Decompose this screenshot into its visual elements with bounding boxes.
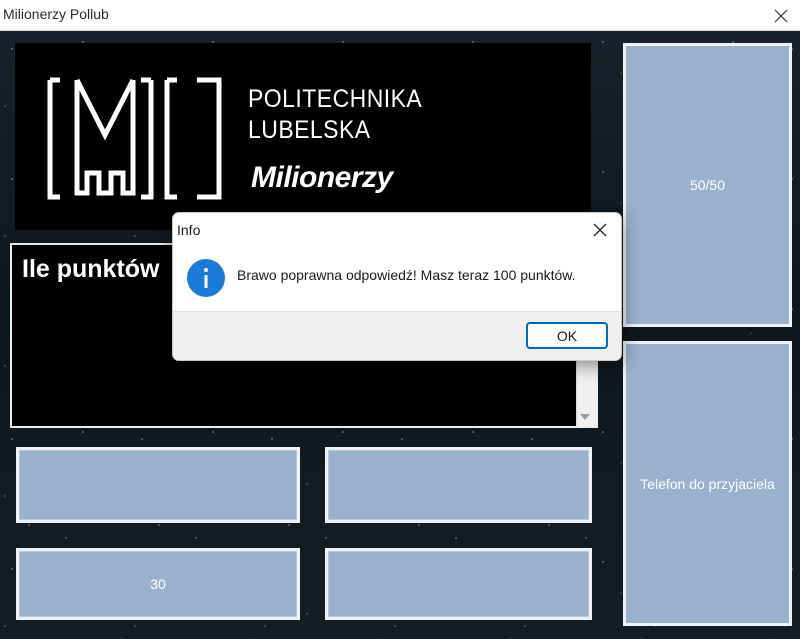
scroll-down-icon[interactable]	[580, 414, 590, 420]
ok-button[interactable]: OK	[526, 322, 608, 349]
answer-button-a[interactable]	[16, 447, 300, 523]
university-logo-mark	[47, 77, 222, 200]
close-icon	[774, 9, 788, 23]
info-icon	[187, 259, 225, 297]
phone-friend-button[interactable]: Telefon do przyjaciela	[623, 341, 792, 626]
window-title: Milionerzy Pollub	[3, 6, 109, 22]
dialog-body: Brawo poprawna odpowiedź! Masz teraz 100…	[173, 245, 621, 311]
logo-panel: POLITECHNIKA LUBELSKA Milionerzy	[15, 43, 591, 230]
question-text: Ile punktów	[22, 255, 160, 283]
logo-tagline: Milionerzy	[251, 161, 393, 194]
close-icon	[593, 223, 607, 237]
logo-line-1: POLITECHNIKA	[248, 85, 423, 113]
dialog-title: Info	[177, 222, 201, 238]
window-titlebar: Milionerzy Pollub	[0, 0, 800, 31]
dialog-message: Brawo poprawna odpowiedź! Masz teraz 100…	[237, 267, 576, 283]
fifty-fifty-button[interactable]: 50/50	[623, 43, 792, 327]
dialog-footer: OK	[173, 311, 621, 360]
window-close-button[interactable]	[768, 3, 794, 29]
info-glyph	[204, 268, 208, 288]
answer-button-d[interactable]	[325, 548, 592, 620]
dialog-close-button[interactable]	[589, 219, 611, 241]
answer-button-b[interactable]	[325, 447, 592, 523]
info-dialog: Info Brawo poprawna odpowiedź! Masz tera…	[172, 212, 622, 361]
answer-button-c[interactable]: 30	[16, 548, 300, 620]
logo-line-2: LUBELSKA	[248, 116, 371, 144]
